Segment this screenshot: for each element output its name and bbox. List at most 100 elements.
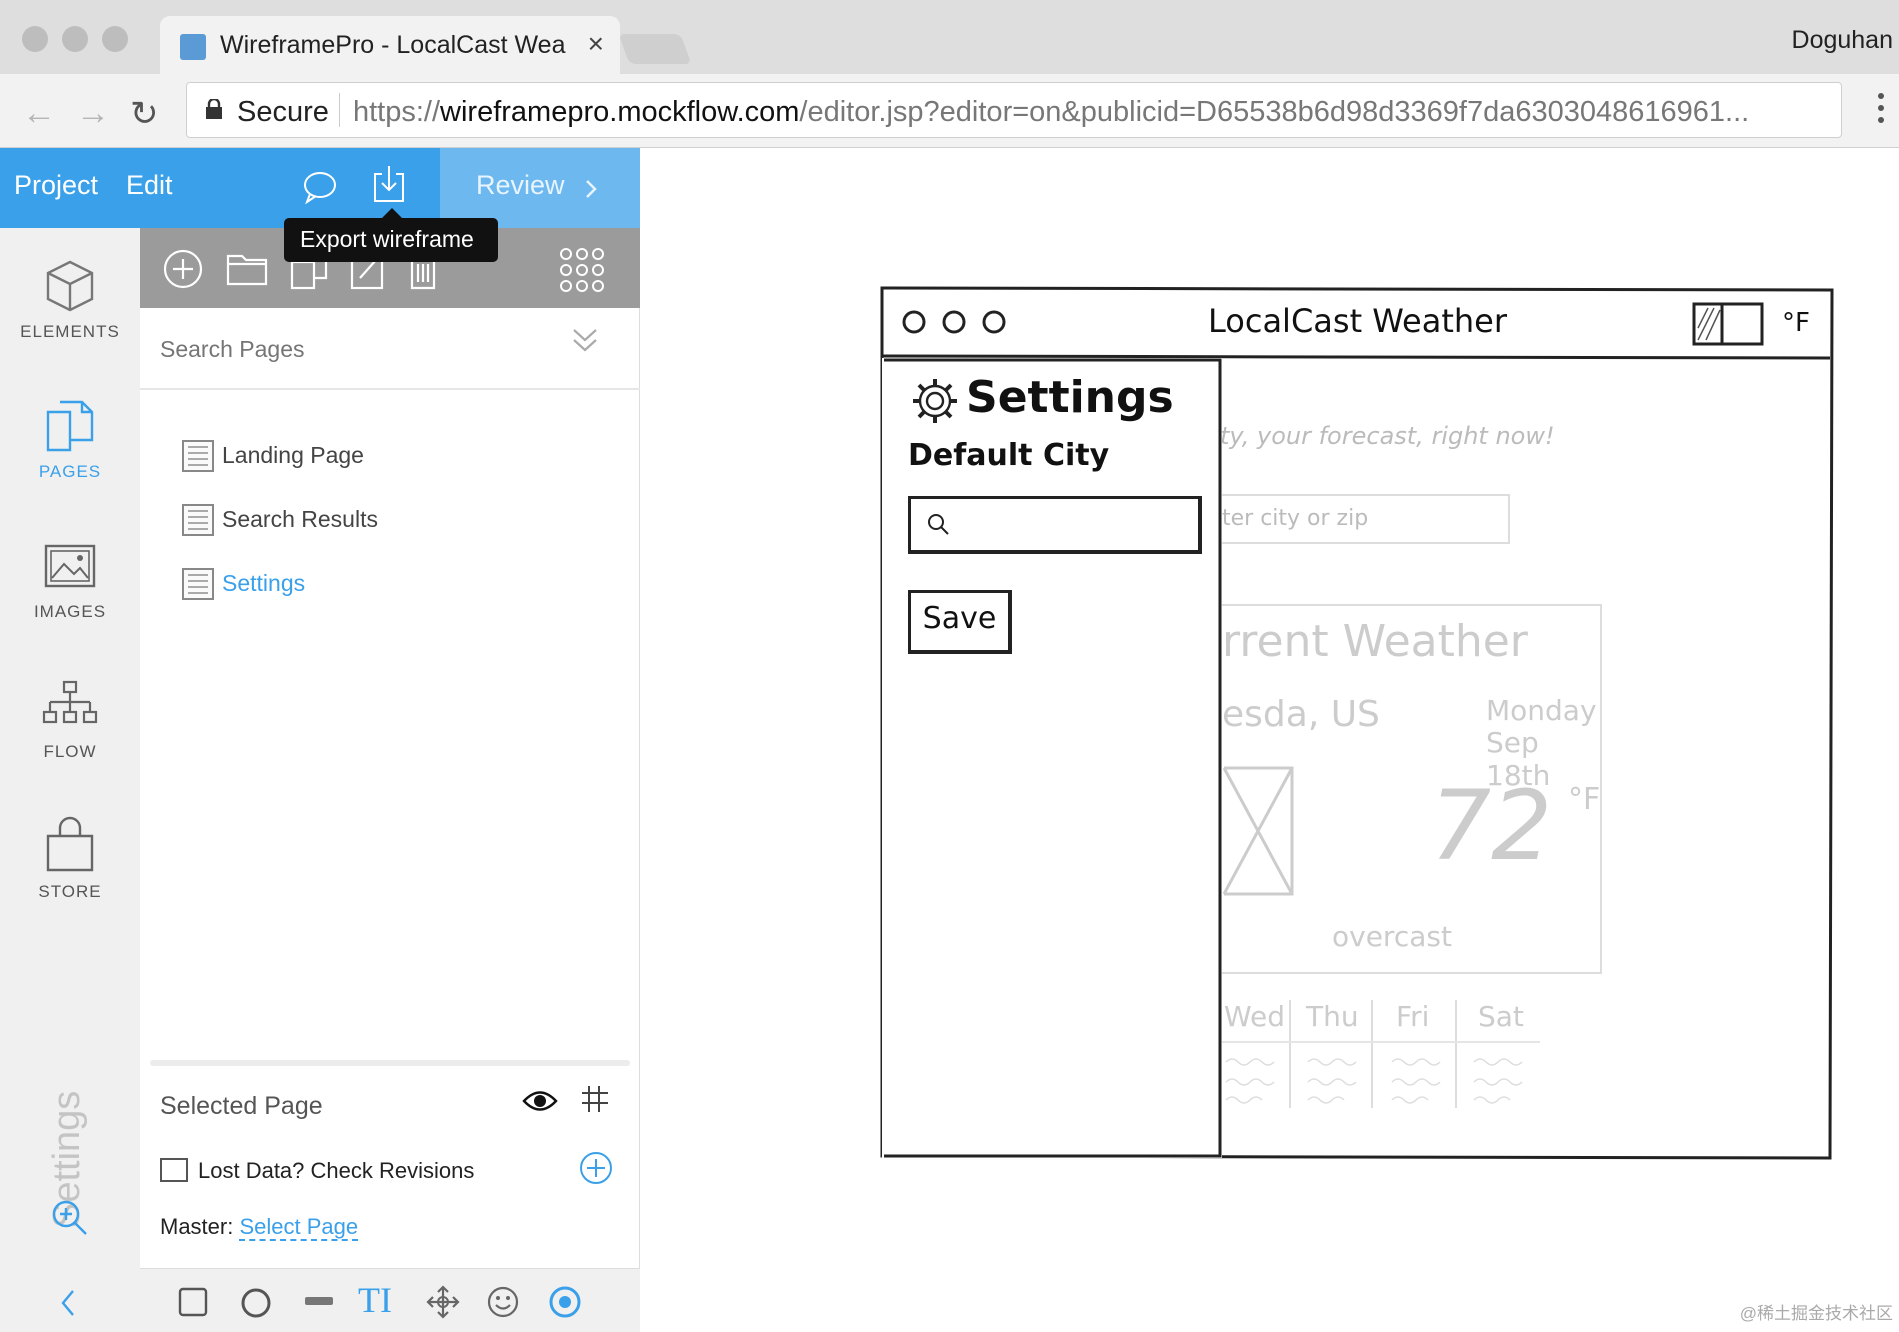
wireframe-default-city-label: Default City (908, 438, 1110, 473)
double-chevron-down-icon[interactable] (570, 326, 600, 356)
sidebar-item-flow[interactable]: FLOW (0, 648, 140, 778)
wireframe-location: esda, US (1222, 694, 1380, 735)
wireframe-settings-drawer[interactable]: Settings Default City Save (882, 358, 1222, 1158)
comment-icon[interactable] (302, 170, 338, 204)
collapse-left-icon[interactable] (58, 1288, 78, 1318)
grid-icon[interactable] (580, 1084, 610, 1114)
wireframe-temperature-unit: °F (1568, 782, 1601, 817)
wireframe-condition: overcast (1332, 920, 1452, 953)
wireframe-day: Monday (1486, 694, 1597, 727)
browser-tab-bar: WireframePro - LocalCast Wea × Doguhan (0, 0, 1899, 74)
menu-edit[interactable]: Edit (126, 170, 173, 201)
sidebar-item-label: PAGES (38, 462, 102, 481)
sidebar-item-images[interactable]: IMAGES (0, 508, 140, 638)
wireframe-city-input: ter city or zip (1220, 494, 1510, 544)
tab-title: WireframePro - LocalCast Wea (220, 31, 566, 59)
zoom-in-icon[interactable] (50, 1198, 90, 1238)
page-icon (182, 504, 214, 536)
browser-tab[interactable]: WireframePro - LocalCast Wea × (160, 16, 620, 74)
page-name: Search Results (222, 506, 378, 532)
rectangle-tool-icon[interactable] (178, 1287, 208, 1317)
maximize-window-button[interactable] (102, 26, 128, 52)
wireframe-forecast-day: Wed (1224, 1000, 1286, 1033)
panel-divider[interactable] (150, 1060, 630, 1066)
master-label: Master: (160, 1214, 234, 1239)
grid-view-icon[interactable] (558, 246, 606, 294)
sidebar-item-elements[interactable]: ELEMENTS (0, 228, 140, 358)
image-icon (44, 544, 96, 588)
chevron-right-icon (586, 180, 597, 198)
page-name: Landing Page (222, 442, 364, 468)
add-page-icon[interactable] (162, 248, 204, 290)
editor-canvas[interactable]: LocalCast Weather °F ty, your forecast, … (640, 148, 1899, 1332)
wireframe-app-title: LocalCast Weather (1208, 302, 1508, 340)
text-tool-icon[interactable]: TI (358, 1279, 392, 1321)
folder-icon[interactable] (226, 250, 268, 286)
url-text: https://wireframepro.mockflow.com/editor… (353, 96, 1833, 129)
search-pages-input[interactable] (160, 336, 560, 363)
wireframe-tagline: ty, your forecast, right now! (1220, 422, 1555, 450)
address-bar-row: ← → ↻ Secure https://wireframepro.mockfl… (0, 74, 1899, 148)
line-tool-icon[interactable] (304, 1295, 334, 1307)
review-label: Review (476, 170, 565, 200)
cube-icon (46, 260, 94, 312)
review-button[interactable]: Review (440, 148, 640, 228)
revisions-icon (160, 1158, 188, 1182)
wireframe-forecast-day: Sat (1478, 1000, 1524, 1033)
sidebar-item-label: IMAGES (33, 602, 107, 621)
page-icon (182, 440, 214, 472)
add-revision-icon[interactable] (578, 1150, 614, 1186)
check-revisions-label: Lost Data? Check Revisions (198, 1158, 475, 1183)
forward-icon[interactable]: → (76, 94, 110, 133)
selected-page-label: Selected Page (160, 1092, 323, 1120)
page-icon (182, 568, 214, 600)
profile-name[interactable]: Doguhan (1792, 26, 1893, 55)
lock-icon (206, 99, 222, 119)
url-domain: wireframepro.mockflow.com (440, 96, 800, 128)
wireframe-image-placeholder (1222, 766, 1294, 896)
sidebar-item-pages[interactable]: PAGES (0, 368, 140, 498)
wireframe-settings-title: Settings (966, 372, 1174, 423)
url-scheme: https:// (353, 96, 441, 128)
search-icon (928, 514, 949, 535)
bag-icon (46, 816, 94, 872)
page-name: Settings (222, 570, 306, 596)
watermark: @稀土掘金技术社区 (1739, 1304, 1893, 1323)
export-icon[interactable] (372, 164, 406, 204)
search-pages (140, 308, 640, 390)
url-bar[interactable]: Secure https://wireframepro.mockflow.com… (186, 82, 1842, 138)
wireframe-temperature: 72 (1430, 770, 1553, 882)
app-top-bar: Project Edit Review (0, 148, 640, 228)
eye-icon[interactable] (522, 1088, 558, 1114)
close-window-button[interactable] (22, 26, 48, 52)
wireframe-save-button[interactable]: Save (908, 590, 1012, 654)
emoji-tool-icon[interactable] (486, 1285, 520, 1319)
new-tab-button[interactable] (618, 34, 692, 64)
close-tab-icon[interactable]: × (588, 28, 604, 60)
radio-tool-icon[interactable] (548, 1285, 582, 1319)
wireframe-forecast-day: Fri (1396, 1000, 1430, 1033)
wireframe-weather-card: rrent Weather esda, US Monday Sep 18th 7… (1220, 604, 1602, 974)
check-revisions-link[interactable]: Lost Data? Check Revisions (160, 1158, 474, 1184)
browser-menu-icon[interactable] (1877, 90, 1885, 126)
menu-project[interactable]: Project (14, 170, 98, 201)
circle-tool-icon[interactable] (240, 1287, 272, 1319)
back-icon[interactable]: ← (22, 94, 56, 133)
sidebar-item-label: STORE (38, 882, 102, 901)
sidebar-item-label: FLOW (43, 742, 97, 761)
wireframe-default-city-input[interactable] (908, 496, 1202, 554)
reload-icon[interactable]: ↻ (130, 94, 159, 134)
wireframe-window[interactable]: LocalCast Weather °F ty, your forecast, … (880, 286, 1834, 1160)
wireframe-city-placeholder: ter city or zip (1222, 506, 1369, 531)
flow-icon (42, 680, 98, 724)
secure-label: Secure (237, 96, 329, 128)
move-tool-icon[interactable] (426, 1285, 460, 1319)
sidebar-item-label: ELEMENTS (20, 322, 120, 341)
left-sidebar: ELEMENTS PAGES IMAGES FLOW STORE Setting… (0, 228, 140, 1332)
minimize-window-button[interactable] (62, 26, 88, 52)
select-master-page-link[interactable]: Select Page (239, 1214, 359, 1241)
url-path: /editor.jsp?editor=on&publicid=D65538b6d… (799, 96, 1750, 128)
sidebar-item-store[interactable]: STORE (0, 788, 140, 918)
export-tooltip: Export wireframe (284, 208, 498, 262)
wireframe-forecast-day: Thu (1306, 1000, 1359, 1033)
